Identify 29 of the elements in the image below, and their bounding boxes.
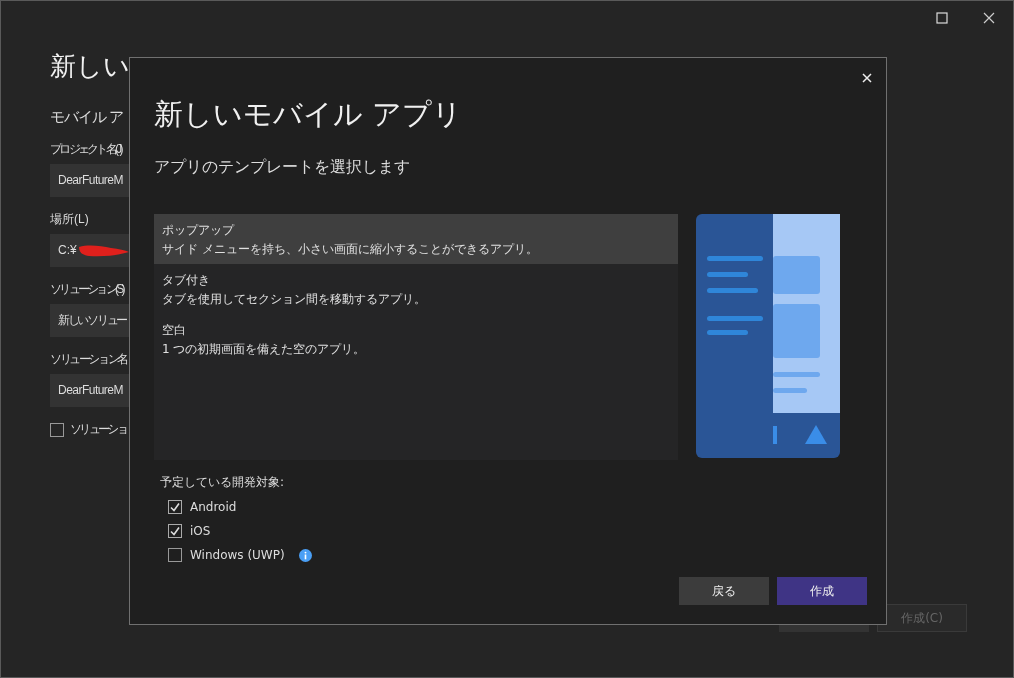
info-icon[interactable] — [298, 548, 312, 562]
input-field[interactable]: C:¥ — [50, 234, 129, 267]
checkbox-label: ソリューショ — [70, 421, 126, 438]
template-item[interactable]: タブ付き タブを使用してセクション間を移動するアプリ。 — [154, 264, 678, 314]
section-heading: モバイル ア — [50, 108, 124, 127]
field-label: 場所(L) — [50, 211, 89, 228]
checkbox[interactable] — [168, 500, 182, 514]
create-button[interactable]: 作成 — [777, 577, 867, 605]
field-label: ソリューション名 — [50, 351, 127, 368]
template-item[interactable]: 空白 1 つの初期画面を備えた空のアプリ。 — [154, 314, 678, 364]
input-field[interactable]: DearFutureM — [50, 164, 129, 197]
back-button[interactable]: 戻る — [679, 577, 769, 605]
input-field[interactable]: DearFutureM — [50, 374, 129, 407]
maximize-icon[interactable] — [936, 12, 948, 24]
checkbox[interactable] — [50, 422, 64, 437]
checkbox-label: Android — [190, 500, 237, 514]
dialog-title: 新しいモバイル アプリ — [154, 96, 464, 133]
dialog-subtitle: アプリのテンプレートを選択します — [154, 157, 411, 178]
close-icon[interactable] — [983, 12, 995, 24]
input-field[interactable]: 新しいソリュー — [50, 304, 129, 337]
checkbox-label: Windows (UWP) — [190, 548, 285, 562]
checkbox[interactable] — [168, 524, 182, 538]
page-title: 新しい — [50, 50, 129, 83]
field-label: プロジェクト名(J) — [50, 141, 121, 158]
checkbox[interactable] — [168, 548, 182, 562]
checkbox-label: iOS — [190, 524, 211, 538]
field-label: ソリューション(S) — [50, 281, 123, 298]
template-item[interactable]: ポップアップ サイド メニューを持ち、小さい画面に縮小することができるアプリ。 — [154, 214, 678, 264]
targets-label: 予定している開発対象: — [160, 474, 286, 491]
